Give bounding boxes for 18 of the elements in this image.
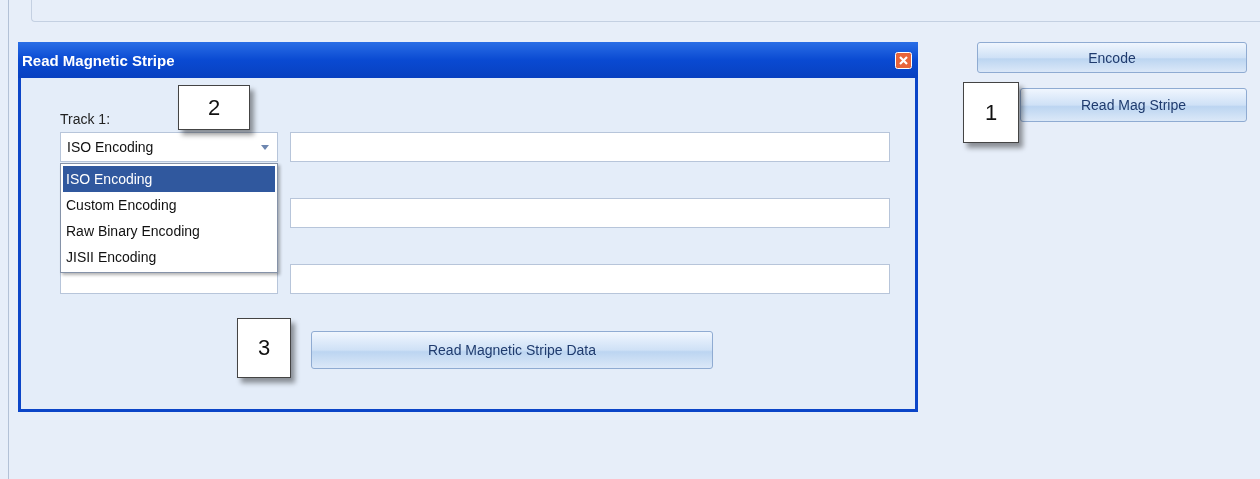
window-title: Read Magnetic Stripe bbox=[22, 51, 175, 69]
dropdown-option[interactable]: JISII Encoding bbox=[63, 244, 275, 270]
callout-number: 2 bbox=[178, 85, 250, 130]
encoding-dropdown[interactable]: ISO Encoding bbox=[60, 132, 278, 162]
track-data-field[interactable] bbox=[290, 132, 890, 162]
callout-number: 3 bbox=[237, 318, 291, 378]
side-button[interactable]: Read Mag Stripe bbox=[1020, 88, 1247, 122]
read-data-button[interactable]: Read Magnetic Stripe Data bbox=[311, 331, 713, 369]
dropdown-option[interactable]: ISO Encoding bbox=[63, 166, 275, 192]
track-label: Track 1: bbox=[60, 110, 111, 128]
close-icon[interactable] bbox=[895, 51, 912, 69]
track-data-field[interactable] bbox=[290, 264, 890, 294]
track-data-field[interactable] bbox=[290, 198, 890, 228]
dropdown-option[interactable]: Raw Binary Encoding bbox=[63, 218, 275, 244]
dropdown-option[interactable]: Custom Encoding bbox=[63, 192, 275, 218]
side-button[interactable]: Encode bbox=[977, 42, 1247, 73]
caret-icon bbox=[261, 144, 269, 150]
callout-number: 1 bbox=[963, 82, 1019, 143]
